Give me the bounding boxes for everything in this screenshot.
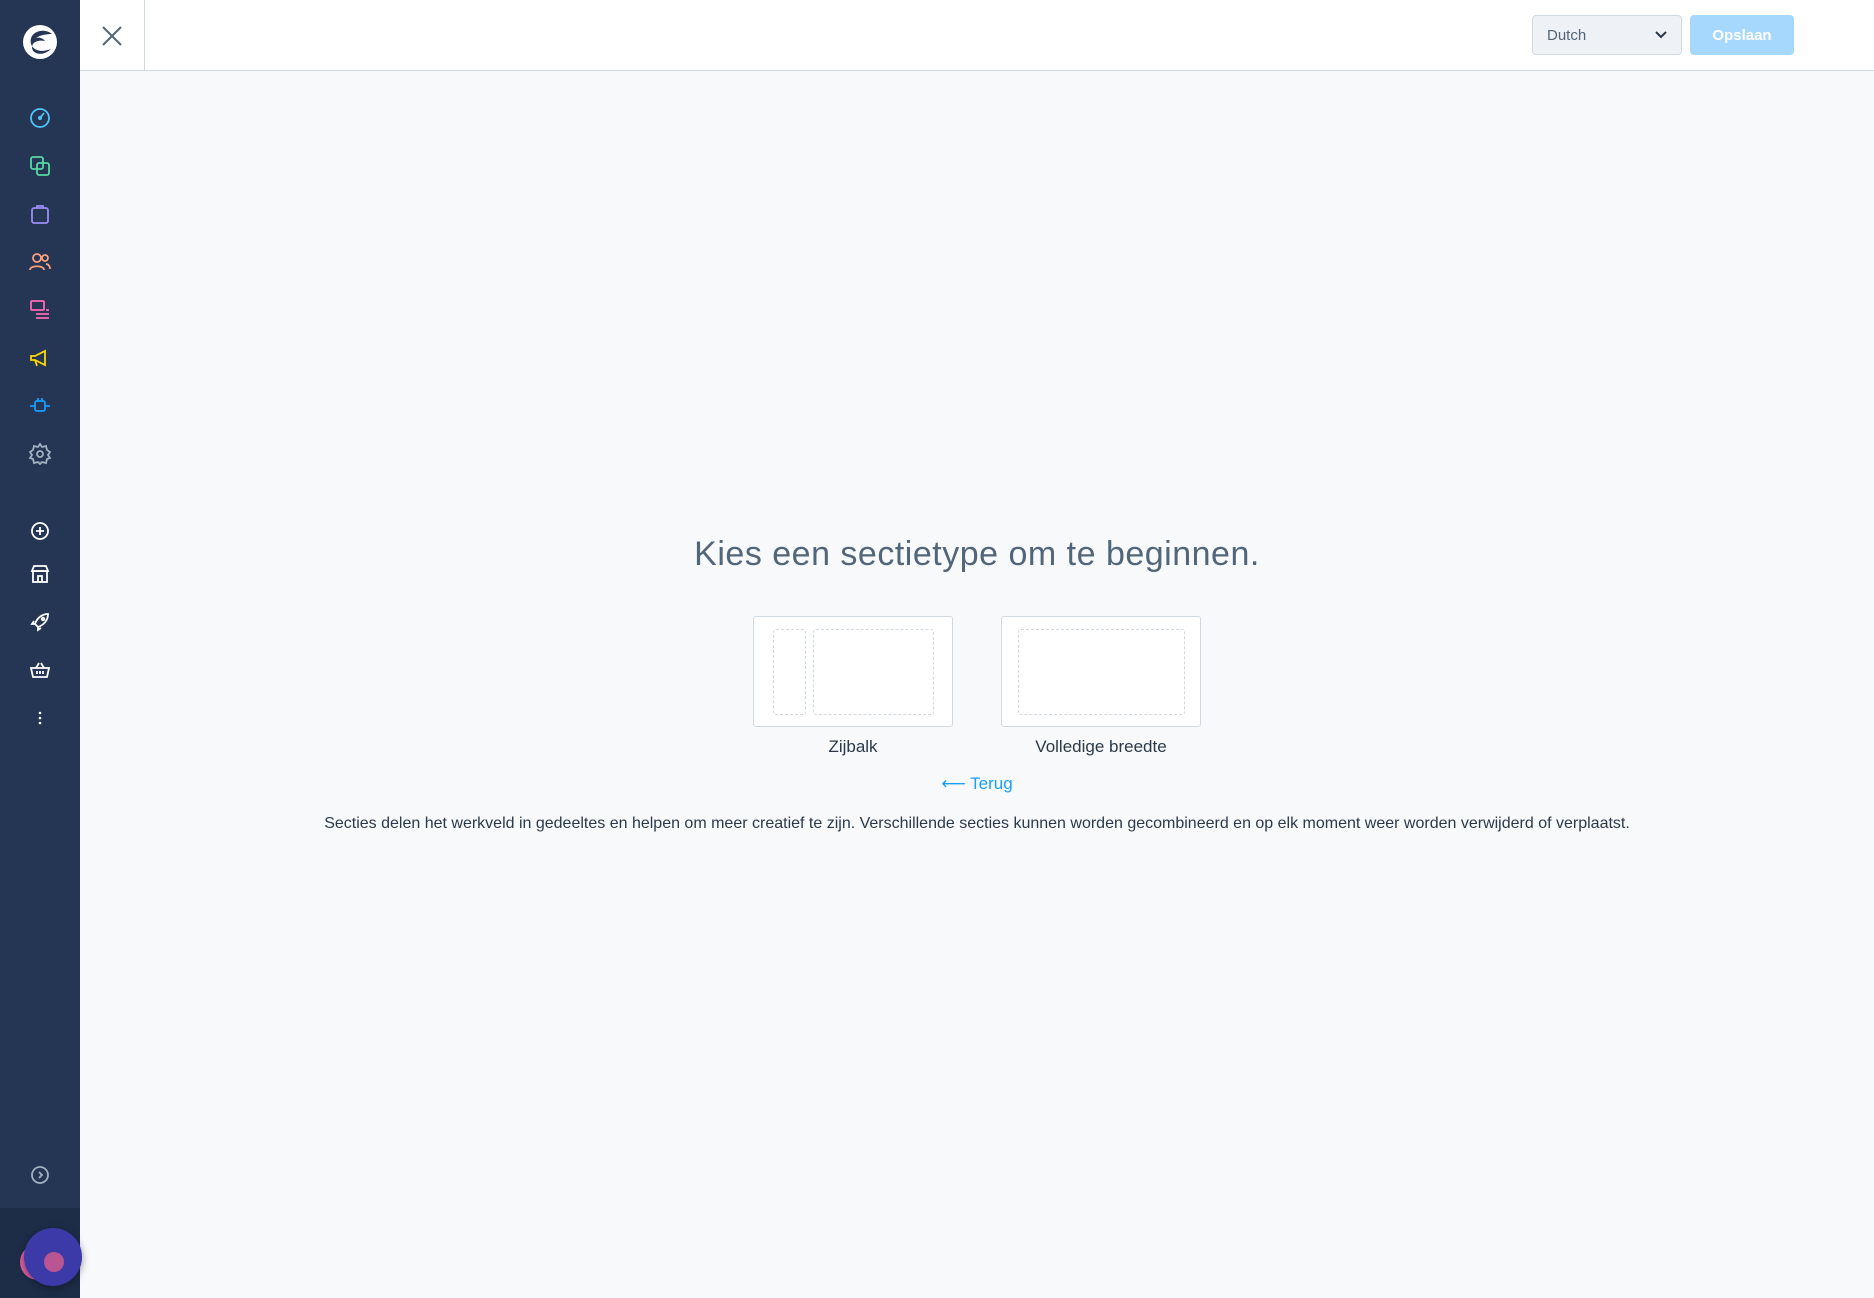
back-link[interactable]: ⟵ Terug [80,774,1874,794]
close-button[interactable] [80,0,145,71]
content-icon[interactable] [26,296,54,324]
section-description: Secties delen het werkveld in gedeeltes … [324,815,1630,832]
headless-icon[interactable] [26,608,54,636]
extensions-icon[interactable] [26,392,54,420]
back-link-label: Terug [970,774,1013,793]
add-sales-channel-icon[interactable] [26,517,54,545]
language-select[interactable]: Dutch [1532,15,1682,55]
collapse-sidebar-icon[interactable] [26,1161,54,1189]
language-select-value: Dutch [1547,26,1587,44]
more-icon[interactable] [26,704,54,732]
admin-sidebar [0,0,82,1298]
catalogue-icon[interactable] [26,152,54,180]
shopware-logo-icon[interactable] [20,22,60,62]
orders-icon[interactable] [26,200,54,228]
storefront-icon[interactable] [26,560,54,588]
close-icon [102,25,122,46]
marketing-icon[interactable] [26,344,54,372]
basket-icon[interactable] [26,656,54,684]
top-bar: Dutch Opslaan [80,0,1874,71]
settings-icon[interactable] [26,440,54,468]
arrow-left-icon: ⟵ [941,774,966,793]
chevron-down-icon [1655,31,1667,39]
full-width-layout-preview [1001,616,1201,727]
section-option-label: Zijbalk [828,737,878,756]
sidebar-layout-preview [753,616,953,727]
user-area [0,1208,82,1298]
section-type-picker: Kies een sectietype om te beginnen. Zijb… [80,72,1874,1298]
section-option-sidebar[interactable]: Zijbalk [753,616,953,757]
avatar[interactable] [20,1228,82,1286]
section-option-label: Volledige breedte [1035,737,1167,756]
dashboard-icon[interactable] [26,104,54,132]
save-button[interactable]: Opslaan [1690,15,1794,55]
page-title: Kies een sectietype om te beginnen. [694,535,1260,573]
section-option-full-width[interactable]: Volledige breedte [1001,616,1201,757]
customers-icon[interactable] [26,248,54,276]
